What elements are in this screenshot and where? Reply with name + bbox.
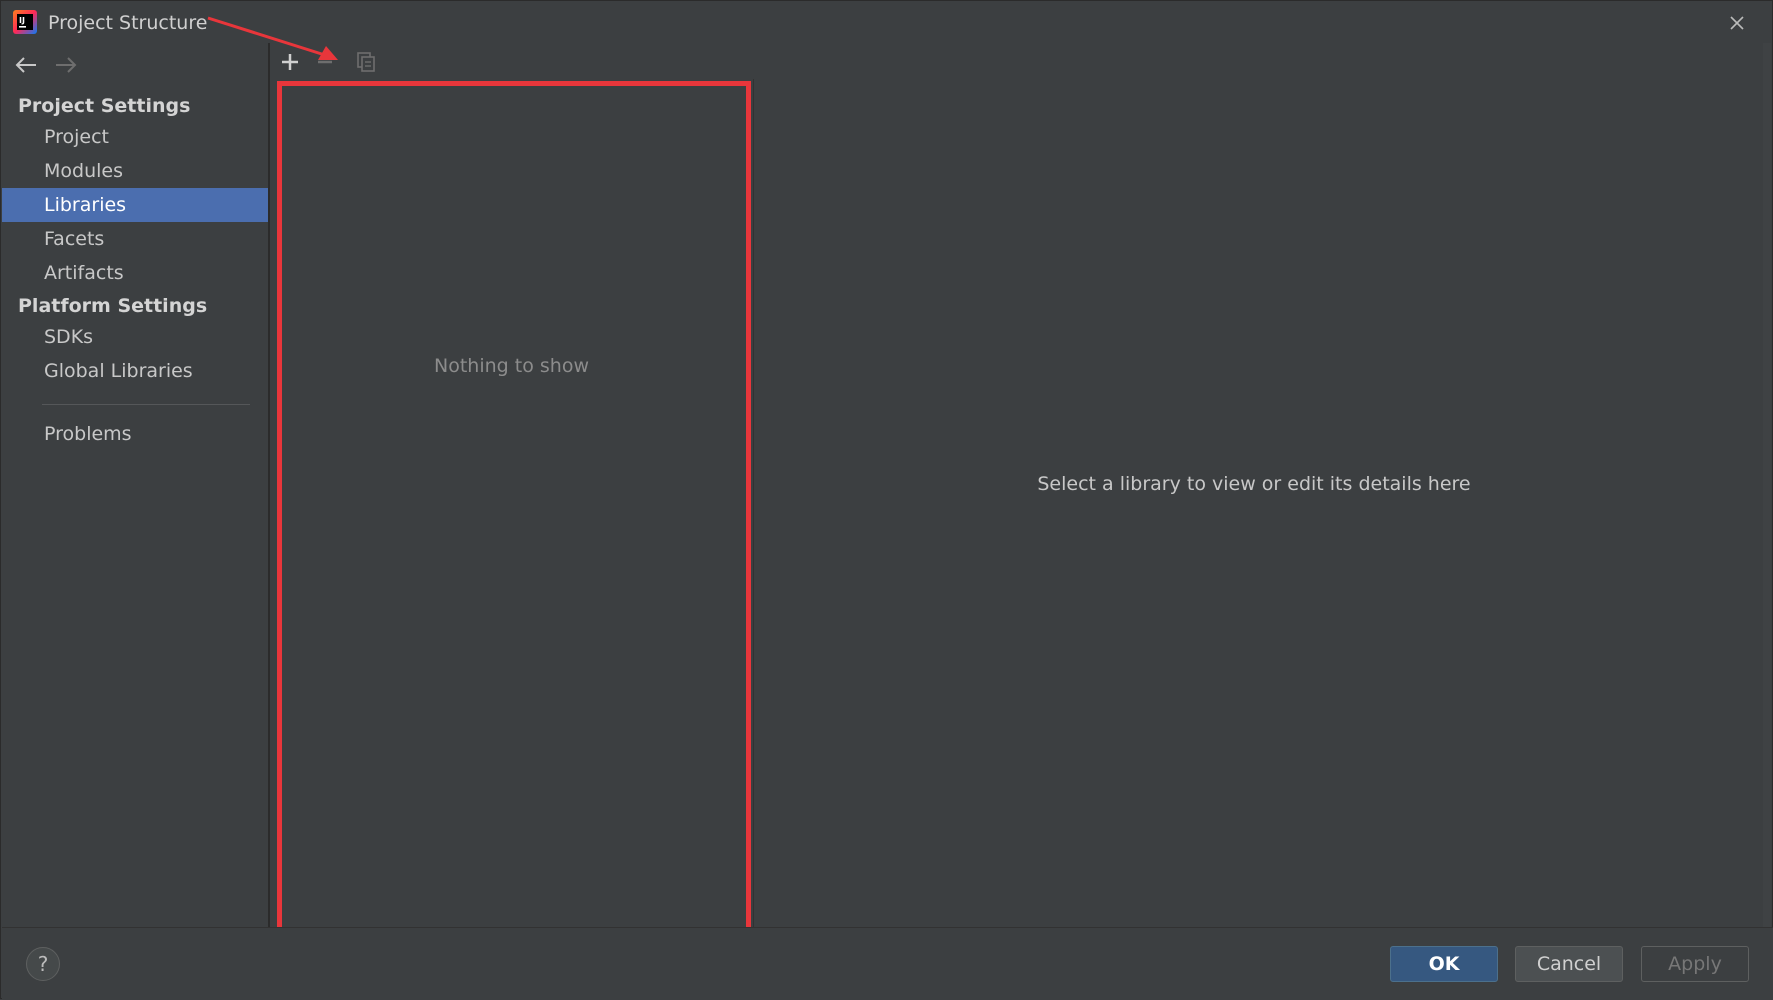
sidebar-item-modules[interactable]: Modules (2, 154, 268, 188)
dialog-footer: ? OK Cancel Apply (2, 927, 1773, 1000)
copy-icon[interactable] (353, 49, 379, 75)
scrollbar[interactable] (1763, 43, 1771, 927)
sidebar-item-global-libraries[interactable]: Global Libraries (2, 354, 268, 388)
library-list[interactable]: Nothing to show (270, 79, 754, 927)
empty-list-text: Nothing to show (434, 355, 589, 377)
help-button[interactable]: ? (26, 947, 60, 981)
platform-settings-header: Platform Settings (18, 295, 208, 317)
arrow-right-icon[interactable] (52, 53, 80, 77)
plus-icon[interactable] (277, 49, 303, 75)
window-title: Project Structure (48, 12, 208, 34)
sidebar: Project Settings Project Modules Librari… (2, 43, 270, 927)
close-icon[interactable] (1723, 9, 1751, 37)
sidebar-item-facets[interactable]: Facets (2, 222, 268, 256)
sidebar-item-problems[interactable]: Problems (2, 417, 268, 451)
title-bar: IJ Project Structure (1, 1, 1772, 43)
arrow-left-icon[interactable] (12, 53, 40, 77)
library-list-toolbar (270, 43, 753, 79)
details-placeholder-text: Select a library to view or edit its det… (1037, 473, 1471, 495)
sidebar-divider (42, 404, 250, 405)
minus-icon[interactable] (312, 49, 338, 75)
apply-button[interactable]: Apply (1641, 946, 1749, 982)
svg-text:IJ: IJ (19, 16, 25, 25)
sidebar-item-libraries[interactable]: Libraries (2, 188, 268, 222)
project-settings-header: Project Settings (18, 95, 191, 117)
ok-button[interactable]: OK (1390, 946, 1498, 982)
intellij-logo-icon: IJ (13, 10, 37, 34)
sidebar-item-sdks[interactable]: SDKs (2, 320, 268, 354)
sidebar-item-project[interactable]: Project (2, 120, 268, 154)
library-details-panel: Select a library to view or edit its det… (754, 43, 1754, 927)
sidebar-item-artifacts[interactable]: Artifacts (2, 256, 268, 290)
project-structure-dialog: IJ Project Structure Project Settings Pr… (0, 0, 1773, 1000)
cancel-button[interactable]: Cancel (1515, 946, 1623, 982)
